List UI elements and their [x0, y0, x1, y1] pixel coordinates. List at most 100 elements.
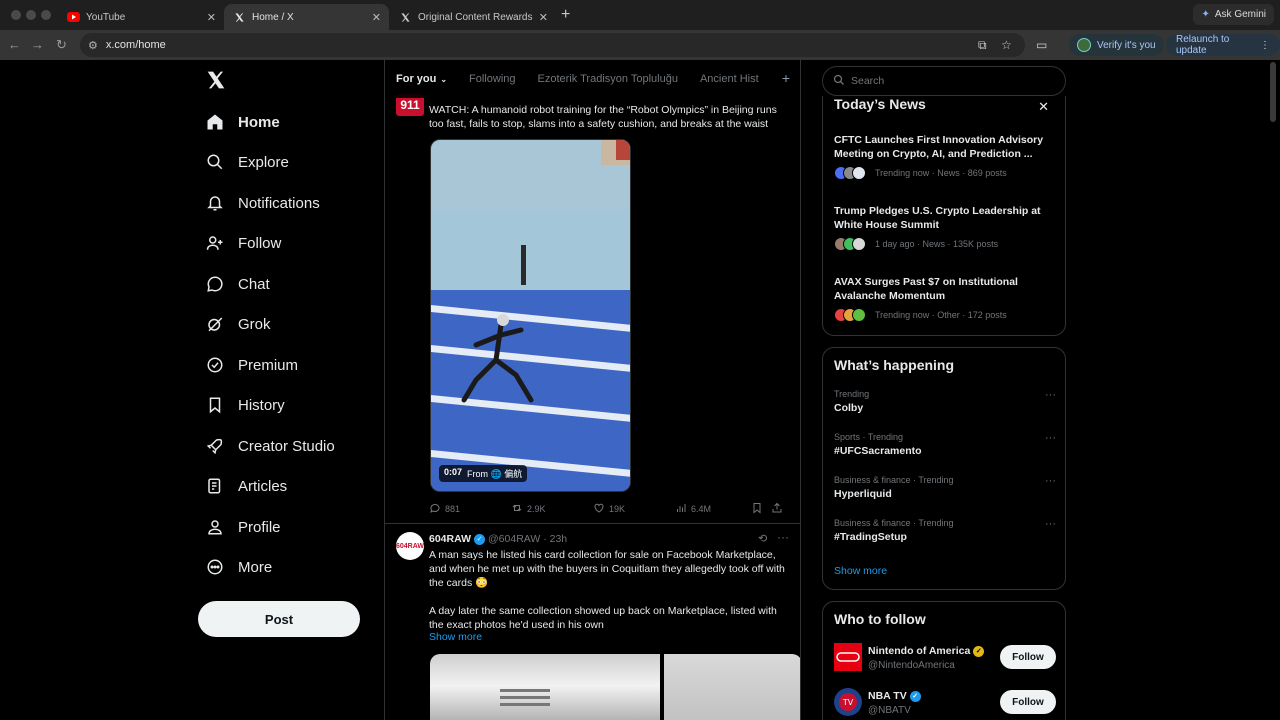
- tab-ancient-history[interactable]: Ancient Hist: [689, 60, 759, 98]
- follow-button[interactable]: Follow: [1000, 645, 1056, 669]
- browser-tab-original-content[interactable]: Original Content Rewards Ap ✕: [390, 4, 556, 30]
- bookmark-star-icon[interactable]: ☆: [1001, 38, 1012, 52]
- more-dots-icon[interactable]: ···: [1045, 432, 1056, 444]
- ask-gemini-button[interactable]: ✦ Ask Gemini: [1193, 4, 1274, 25]
- repost-button[interactable]: 2.9K: [511, 502, 593, 516]
- tweet-image[interactable]: [664, 654, 800, 720]
- sidebar-item-profile[interactable]: Profile: [206, 515, 281, 539]
- more-dots-icon[interactable]: ···: [1045, 389, 1056, 401]
- tweet-image[interactable]: [430, 654, 660, 720]
- ask-gemini-label: Ask Gemini: [1214, 9, 1266, 20]
- sidebar-item-label: Chat: [238, 275, 270, 293]
- sidebar-item-notifications[interactable]: Notifications: [206, 191, 320, 215]
- trend-item[interactable]: Business & finance · Trending #TradingSe…: [834, 518, 1056, 543]
- suggestion-handle: @NintendoAmerica: [868, 660, 955, 671]
- sidebar-item-chat[interactable]: Chat: [206, 272, 270, 296]
- author-name[interactable]: 604RAW: [429, 533, 471, 545]
- follow-suggestion[interactable]: Nintendo of America ✓ @NintendoAmerica F…: [834, 643, 1056, 673]
- avatar[interactable]: 604RAW: [396, 532, 424, 560]
- video-frame-image: [431, 140, 630, 491]
- follow-suggestion[interactable]: TV NBA TV ✓ @NBATV Follow: [834, 688, 1056, 718]
- scrollbar-thumb[interactable]: [1270, 62, 1276, 122]
- install-app-icon[interactable]: ⧉: [978, 38, 987, 53]
- bookmark-button[interactable]: [751, 502, 771, 516]
- close-tab-icon[interactable]: ✕: [207, 11, 216, 24]
- views-button[interactable]: 6.4M: [675, 502, 751, 516]
- url-text: x.com/home: [105, 39, 166, 51]
- more-dots-icon[interactable]: ···: [777, 530, 789, 544]
- panel-title: What’s happening: [834, 357, 955, 373]
- trend-item[interactable]: Sports · Trending #UFCSacramento ···: [834, 432, 1056, 457]
- tab-label: For you: [396, 73, 437, 85]
- news-meta: Trending now · News · 869 posts: [875, 168, 1007, 178]
- sidebar-item-more[interactable]: More: [206, 555, 272, 579]
- rocket-icon: [206, 437, 224, 455]
- close-tab-icon[interactable]: ✕: [539, 11, 548, 24]
- tab-ezoterik-tradisyon[interactable]: Ezoterik Tradisyon Topluluğu: [527, 60, 689, 98]
- news-item[interactable]: AVAX Surges Past $7 on Institutional Ava…: [834, 275, 1054, 322]
- grok-icon[interactable]: ⟲: [758, 532, 767, 545]
- post-button[interactable]: Post: [198, 601, 360, 637]
- tab-for-you[interactable]: For you ⌄: [385, 60, 458, 98]
- trend-item[interactable]: Business & finance · Trending Hyperliqui…: [834, 475, 1056, 500]
- sidebar-item-premium[interactable]: Premium: [206, 353, 298, 377]
- sidebar-item-grok[interactable]: Grok: [206, 312, 271, 336]
- articles-icon: [206, 477, 224, 495]
- x-logo-icon[interactable]: [206, 70, 228, 92]
- avatar[interactable]: [834, 643, 862, 671]
- verify-identity-chip[interactable]: Verify it's you: [1069, 34, 1164, 56]
- menu-kebab-icon[interactable]: ⋮: [1260, 40, 1270, 51]
- browser-tab-youtube[interactable]: YouTube ✕: [58, 4, 224, 30]
- window-zoom-control[interactable]: [41, 10, 51, 20]
- close-icon[interactable]: ✕: [1038, 99, 1049, 115]
- trend-item[interactable]: Trending Colby ···: [834, 389, 1056, 414]
- add-tab-plus-icon[interactable]: +: [782, 70, 790, 86]
- page-scrollbar[interactable]: [1266, 60, 1280, 720]
- show-more-link[interactable]: Show more: [429, 631, 482, 643]
- back-arrow-icon[interactable]: ←: [8, 37, 21, 52]
- new-tab-plus-icon[interactable]: +: [561, 6, 570, 24]
- sidebar-item-follow[interactable]: Follow: [206, 231, 281, 255]
- avatar-stack: [834, 308, 866, 322]
- window-minimize-control[interactable]: [26, 10, 36, 20]
- author-handle-time[interactable]: @604RAW · 23h: [488, 533, 567, 545]
- more-dots-icon[interactable]: ···: [1045, 518, 1056, 530]
- close-tab-icon[interactable]: ✕: [372, 11, 381, 24]
- share-button[interactable]: [771, 502, 785, 516]
- side-panel-icon[interactable]: ▭: [1036, 38, 1047, 52]
- reply-button[interactable]: 881: [429, 502, 511, 516]
- view-count: 6.4M: [691, 504, 712, 514]
- sidebar-item-label: History: [238, 396, 285, 414]
- browser-tab-home-x[interactable]: Home / X ✕: [224, 4, 389, 30]
- sidebar-item-explore[interactable]: Explore: [206, 150, 289, 174]
- sidebar-item-home[interactable]: Home: [206, 110, 280, 134]
- show-more-link[interactable]: Show more: [834, 565, 887, 577]
- trend-name: #TradingSetup: [834, 531, 907, 543]
- news-item[interactable]: CFTC Launches First Innovation Advisory …: [834, 133, 1054, 180]
- panel-title: Today’s News: [834, 96, 926, 112]
- sidebar-item-creator-studio[interactable]: Creator Studio: [206, 434, 335, 458]
- sidebar-item-history[interactable]: History: [206, 393, 285, 417]
- sidebar-item-articles[interactable]: Articles: [206, 474, 287, 498]
- site-settings-icon[interactable]: ⚙: [88, 39, 98, 52]
- tweet-video[interactable]: 0:07 From 🌐 偏航: [430, 139, 631, 492]
- verified-badge-icon: ✓: [973, 645, 985, 657]
- video-info-badge: 0:07 From 🌐 偏航: [439, 465, 528, 482]
- news-item[interactable]: Trump Pledges U.S. Crypto Leadership at …: [834, 204, 1054, 251]
- forward-arrow-icon[interactable]: →: [31, 37, 44, 52]
- search-input[interactable]: Search: [822, 66, 1066, 96]
- tab-following[interactable]: Following: [458, 60, 526, 98]
- like-button[interactable]: 19K: [593, 502, 675, 516]
- window-close-control[interactable]: [11, 10, 21, 20]
- follow-button[interactable]: Follow: [1000, 690, 1056, 714]
- avatar-stack: [834, 237, 866, 251]
- reload-icon[interactable]: ↻: [56, 37, 67, 53]
- relaunch-update-button[interactable]: Relaunch to update ⋮: [1166, 34, 1280, 56]
- grok-icon: [206, 315, 224, 333]
- sidebar-item-label: Profile: [238, 518, 281, 536]
- more-dots-icon[interactable]: ···: [1045, 475, 1056, 487]
- avatar[interactable]: TV: [834, 688, 862, 716]
- sidebar-item-label: Home: [238, 113, 280, 131]
- address-bar[interactable]: ⚙ x.com/home: [80, 33, 1025, 57]
- search-icon: [206, 153, 224, 171]
